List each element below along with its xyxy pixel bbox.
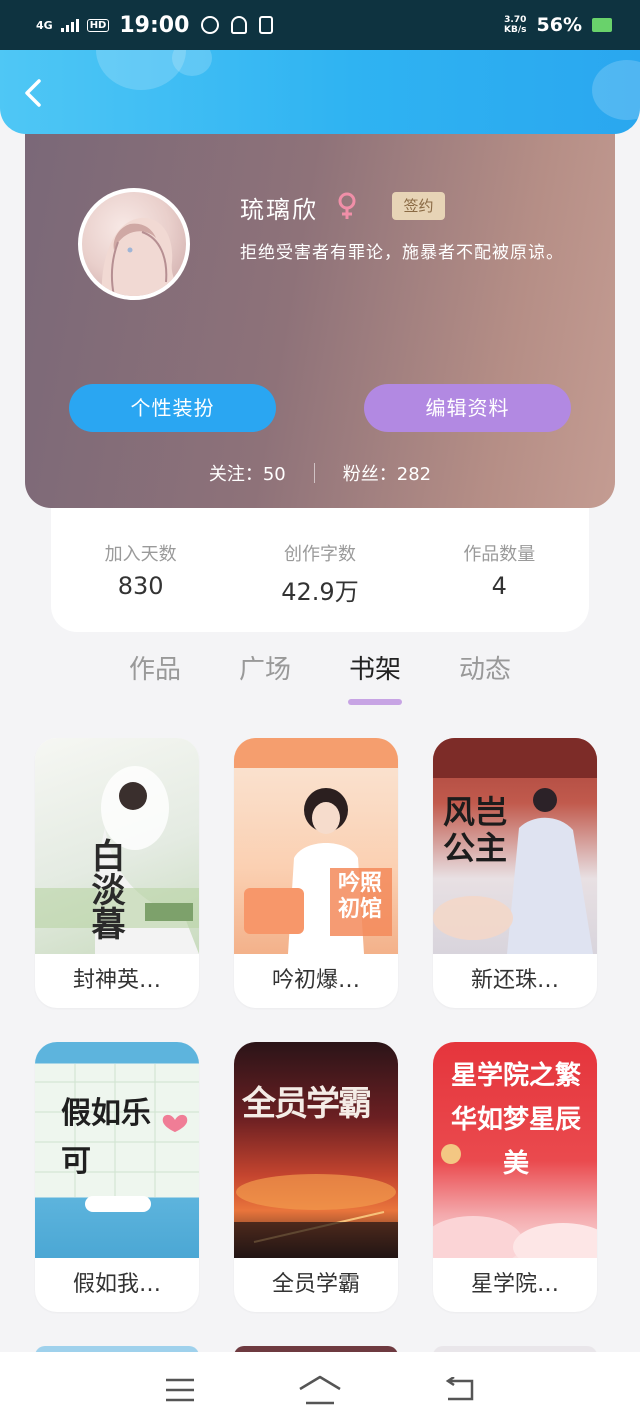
stat-label: 加入天数 <box>104 544 177 565</box>
following-count[interactable]: 关注：50 <box>209 460 286 486</box>
book-card[interactable]: 假如乐可 假如我… <box>35 1042 199 1312</box>
home-icon <box>299 1375 341 1404</box>
personal-dress-button[interactable]: 个性装扮 <box>69 384 276 432</box>
avatar-illustration <box>101 217 186 296</box>
divider <box>313 463 315 483</box>
cover-title-text: 风岂公主 <box>443 793 508 867</box>
book-cover: 吟照初馆 <box>234 738 398 954</box>
profile-tabs: 作品 广场 书架 动态 <box>100 650 540 705</box>
cover-title-text: 白淡暮 <box>85 838 125 940</box>
stat-join-days: 加入天数 830 <box>51 540 230 632</box>
book-title: 星学院… <box>470 1272 559 1297</box>
tab-activity[interactable]: 动态 <box>430 650 540 705</box>
tab-works[interactable]: 作品 <box>100 650 210 705</box>
book-card[interactable]: 风岂公主 新还珠… <box>433 738 597 1008</box>
stat-value: 830 <box>117 572 164 600</box>
follow-stats: 关注：50 粉丝：282 <box>25 458 615 488</box>
followers-count[interactable]: 粉丝：282 <box>343 460 431 486</box>
signal-icon <box>60 18 79 32</box>
battery-percent: 56% <box>536 14 582 36</box>
home-button[interactable] <box>295 1370 345 1410</box>
book-card[interactable]: 白淡暮 封神英… <box>35 738 199 1008</box>
book-title: 假如我… <box>72 1272 161 1297</box>
book-title: 全员学霸 <box>271 1272 360 1297</box>
cover-title-text: 假如乐可 <box>61 1096 151 1179</box>
system-nav-bar <box>0 1352 640 1427</box>
cover-title-text: 星学院之繁华如梦星辰美 <box>450 1061 581 1179</box>
book-cover: 全员学霸 <box>234 1042 398 1258</box>
network-speed-unit: KB/s <box>504 25 527 35</box>
decor-bubble <box>592 60 640 120</box>
app-header <box>0 50 640 134</box>
stat-value: 42.9万 <box>281 578 359 606</box>
female-icon <box>338 192 356 219</box>
profile-card: 琉璃欣 签约 拒绝受害者有罪论，施暴者不配被原谅。 个性装扮 编辑资料 关注：5… <box>25 110 615 508</box>
menu-button[interactable] <box>155 1370 205 1410</box>
book-cover: 星学院之繁华如梦星辰美 <box>433 1042 597 1258</box>
stat-word-count: 创作字数 42.9万 <box>230 540 409 632</box>
book-title: 新还珠… <box>470 968 559 993</box>
status-left: 4G HD 19:00 <box>36 12 274 38</box>
avatar[interactable] <box>78 188 190 300</box>
stat-value: 4 <box>491 572 507 600</box>
cover-title-text: 全员学霸 <box>242 1084 372 1124</box>
battery-icon <box>592 18 612 32</box>
username: 琉璃欣 <box>240 196 318 224</box>
book-card[interactable]: 星学院之繁华如梦星辰美 星学院… <box>433 1042 597 1312</box>
book-card[interactable]: 全员学霸 全员学霸 <box>234 1042 398 1312</box>
tab-bookshelf[interactable]: 书架 <box>320 650 430 705</box>
status-bar: 4G HD 19:00 3.70 KB/s 56% <box>0 0 640 50</box>
status-right: 3.70 KB/s 56% <box>504 14 612 36</box>
stat-label: 作品数量 <box>463 544 536 565</box>
network-speed: 3.70 KB/s <box>504 15 526 35</box>
network-speed-value: 3.70 <box>504 15 527 25</box>
tab-square[interactable]: 广场 <box>210 650 320 705</box>
cover-art <box>234 1174 398 1258</box>
hd-icon: HD <box>86 18 110 32</box>
edit-profile-button[interactable]: 编辑资料 <box>364 384 571 432</box>
book-cover: 假如乐可 <box>35 1042 199 1258</box>
book-card[interactable]: 吟照初馆 吟初爆… <box>234 738 398 1008</box>
qq-icon <box>231 16 248 34</box>
book-cover: 白淡暮 <box>35 738 199 954</box>
book-title: 吟初爆… <box>271 968 360 993</box>
menu-icon <box>166 1378 194 1401</box>
book-cover: 风岂公主 <box>433 738 597 954</box>
cover-title-text: 吟照初馆 <box>338 870 383 922</box>
stat-works-count: 作品数量 4 <box>410 540 589 632</box>
book-title: 封神英… <box>72 968 161 993</box>
notification-icon <box>201 16 220 34</box>
back-nav-button[interactable] <box>435 1370 485 1410</box>
clock: 19:00 <box>119 12 190 38</box>
network-type: 4G <box>36 18 53 32</box>
storage-icon <box>259 16 274 34</box>
stat-label: 创作字数 <box>283 544 356 565</box>
signed-badge: 签约 <box>392 192 445 220</box>
back-icon <box>445 1376 474 1400</box>
user-bio: 拒绝受害者有罪论，施暴者不配被原谅。 <box>240 243 564 263</box>
back-button[interactable] <box>18 76 52 110</box>
